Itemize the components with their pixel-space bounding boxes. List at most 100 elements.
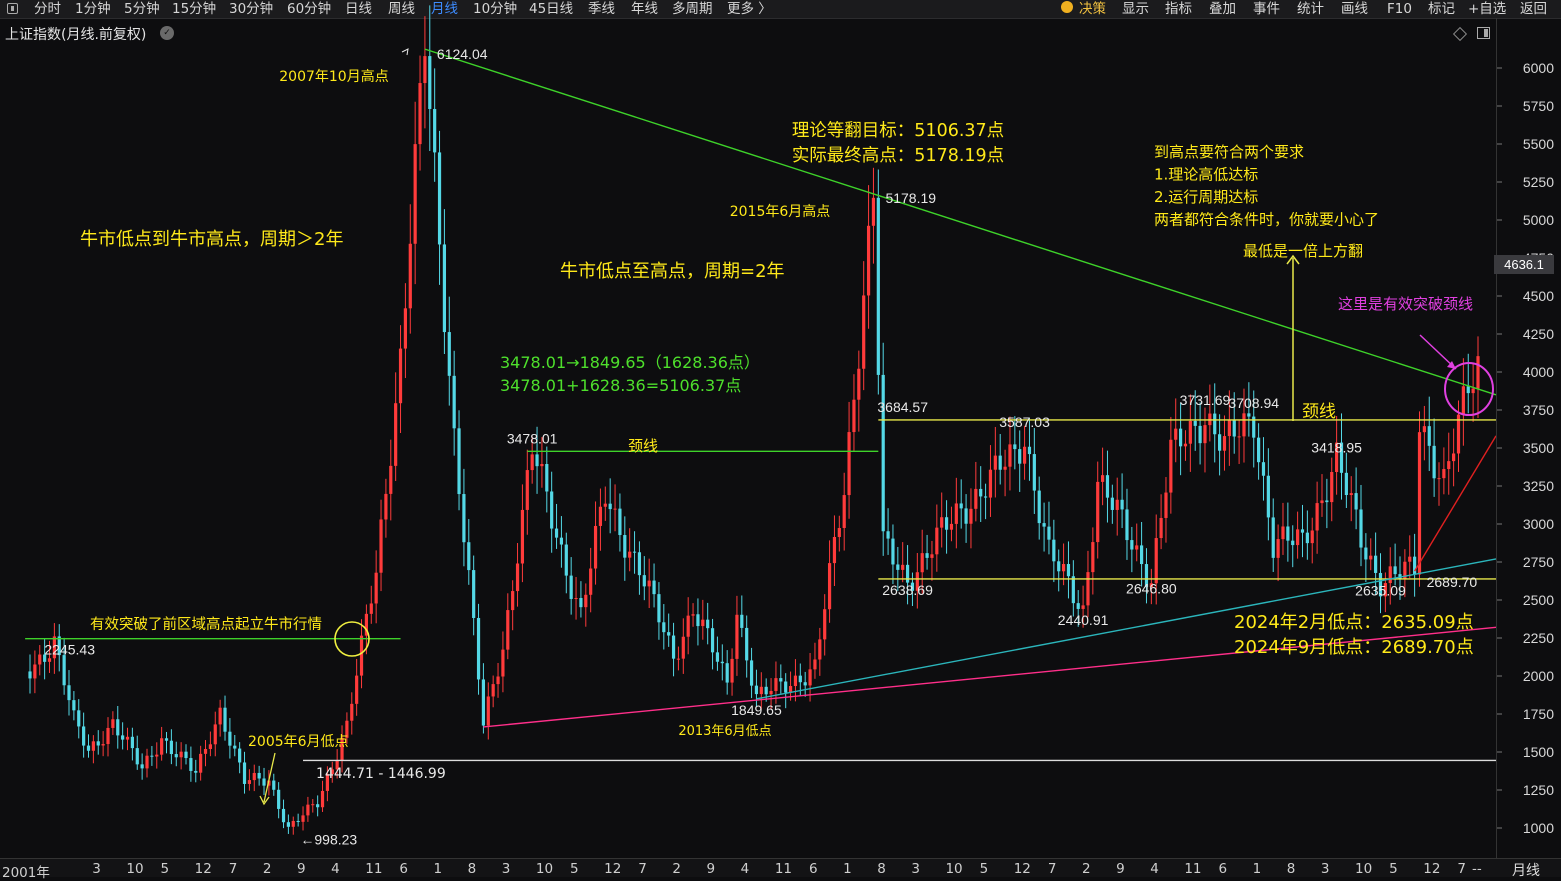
x-tick-label: 9 [297, 861, 306, 877]
candle-body [784, 681, 788, 693]
time-axis: 2001年 3 10 5 12 7 2 9 4 11 6 1 8 3 10 5 12 7 2 9 4 11 6 1 8 3 10 5 1… [0, 858, 1561, 881]
current-price-tag: 4636.1 [1494, 255, 1554, 274]
candle-body [384, 493, 388, 520]
candle-body [647, 580, 651, 587]
x-tick-label: 2001年 [2, 865, 50, 881]
candle-body [355, 675, 359, 704]
candle-body [506, 610, 510, 650]
candle-body [111, 719, 115, 728]
candle-body [1081, 605, 1085, 609]
candle-body [632, 551, 637, 553]
y-tick-label: 1500 [1523, 744, 1554, 760]
candle-body [1286, 526, 1290, 541]
candle-body [730, 658, 734, 683]
x-tick-label: 3 [1320, 861, 1330, 877]
candle-body [1296, 529, 1300, 546]
candle-body [925, 553, 929, 558]
candle-body [1061, 564, 1066, 572]
candle-body [242, 762, 247, 784]
candlestick-chart[interactable]: 6124.045178.193478.013684.573587.033731.… [0, 0, 1561, 876]
y-tick-label: 2000 [1523, 668, 1554, 684]
candle-body [701, 619, 705, 627]
candle-body [1325, 500, 1329, 503]
candle-body [350, 703, 354, 721]
candle-body [603, 503, 607, 507]
candle-body [1213, 413, 1217, 435]
candle-body [496, 676, 500, 685]
annotation-requirement: 1.理论高低达标 [1154, 166, 1258, 184]
x-tick-label: 10 [1354, 861, 1373, 877]
candle-body [1066, 564, 1071, 577]
candle-body [72, 700, 76, 711]
annotation-double-up: 最低是一倍上方翻 [1243, 242, 1363, 260]
candle-body [618, 508, 622, 536]
candle-body [145, 755, 149, 769]
candle-body [1174, 428, 1178, 440]
candle-body [1349, 493, 1353, 496]
candle-body [1003, 466, 1007, 470]
candle-body [613, 508, 617, 510]
x-tick-label: 10 [126, 861, 144, 877]
y-tick-label: 2500 [1523, 592, 1554, 608]
candle-body [769, 690, 773, 695]
candle-body [257, 772, 261, 779]
candle-body [77, 710, 81, 727]
x-tick-label: 11 [1184, 861, 1202, 877]
candle-body [169, 740, 173, 755]
candle-body [194, 770, 198, 773]
candle-body [847, 432, 851, 496]
x-tick-label: 9 [706, 861, 716, 877]
candle-body [652, 580, 656, 595]
candle-body [1052, 539, 1056, 562]
candle-body [418, 83, 422, 145]
candle-body [174, 754, 178, 758]
candle-body [1413, 556, 1417, 575]
x-tick-label: 11 [365, 861, 383, 877]
candle-body [710, 628, 715, 653]
x-tick-label: 10 [535, 861, 554, 877]
x-tick-label: 2 [1081, 861, 1091, 877]
candle-body [1047, 526, 1051, 540]
candle-body [774, 678, 778, 691]
x-tick-label: 6 [808, 861, 818, 877]
candle-body [515, 563, 520, 592]
candle-body [969, 508, 973, 524]
candle-body [1057, 561, 1061, 572]
candle-body [706, 619, 710, 629]
y-tick-label: 1750 [1523, 706, 1554, 722]
candle-body [857, 368, 861, 400]
candle-body [160, 738, 164, 755]
candle-body [657, 594, 661, 623]
candle-body [286, 822, 290, 827]
candle-body [291, 820, 295, 827]
candle-body [433, 108, 437, 153]
candle-body [949, 523, 954, 530]
candle-body [38, 654, 42, 665]
candle-body [852, 399, 856, 433]
candle-body [930, 554, 934, 558]
price-extreme-label: 3731.69 [1180, 392, 1231, 408]
candle-body [125, 736, 130, 740]
annotation-requirement: 到高点要符合两个要求 [1154, 143, 1304, 161]
annotation-breakout-neck: 这里是有效突破颈线 [1338, 295, 1473, 313]
candle-body [1042, 523, 1046, 527]
candle-body [223, 707, 227, 732]
y-tick-label: 3250 [1523, 478, 1554, 494]
x-tick-label: 12 [1013, 861, 1031, 877]
x-tick-label: 6 [1218, 861, 1228, 877]
candle-body [720, 661, 724, 664]
candle-body [116, 719, 120, 736]
candle-body [818, 639, 822, 660]
candle-body [1013, 444, 1017, 450]
candle-body [642, 575, 646, 587]
candle-body [1071, 576, 1075, 604]
price-extreme-label: 2440.91 [1058, 612, 1109, 628]
y-tick-label: 4500 [1523, 288, 1554, 304]
candle-body [121, 735, 125, 740]
candle-body [862, 295, 866, 369]
candle-body [413, 144, 417, 244]
candle-body [1266, 475, 1270, 518]
candle-body [301, 815, 305, 822]
x-tick-label: 9 [1116, 861, 1125, 877]
candle-body [545, 464, 549, 492]
